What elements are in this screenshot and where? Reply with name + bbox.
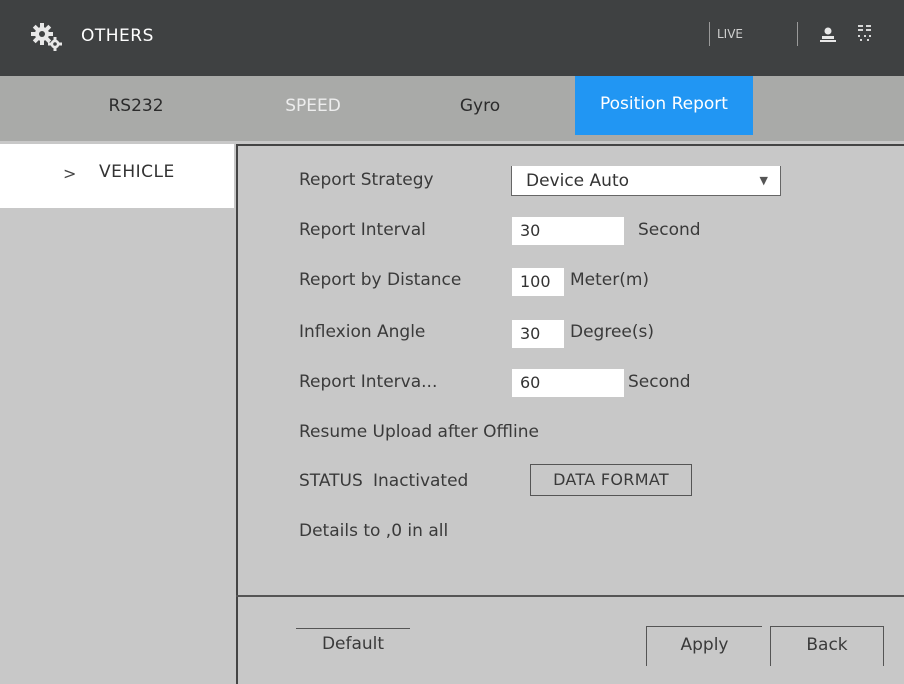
tab-rs232[interactable]: RS232 <box>96 76 176 141</box>
report-distance-input[interactable]: 100 <box>512 268 564 296</box>
inflexion-angle-unit: Degree(s) <box>570 322 654 342</box>
separator <box>709 22 710 46</box>
apply-button[interactable]: Apply <box>646 626 762 666</box>
inflexion-angle-input[interactable]: 30 <box>512 320 564 348</box>
status-label: STATUS <box>299 471 363 491</box>
title-bar: OTHERS LIVE <box>0 0 904 76</box>
report-strategy-value: Device Auto <box>526 171 630 191</box>
default-button[interactable]: Default <box>296 628 410 664</box>
tab-position-report[interactable]: Position Report <box>575 76 753 135</box>
report-interval-2-input[interactable]: 60 <box>512 369 624 397</box>
report-interval-2-unit: Second <box>628 372 691 392</box>
chevron-right-icon: > <box>63 164 77 183</box>
sidebar-item-vehicle[interactable]: > VEHICLE <box>0 144 234 208</box>
status-value: Inactivated <box>373 471 469 491</box>
separator <box>797 22 798 46</box>
page-title: OTHERS <box>81 26 154 46</box>
live-button[interactable]: LIVE <box>717 27 743 41</box>
tab-speed[interactable]: SPEED <box>268 76 358 141</box>
sidebar-item-label: VEHICLE <box>99 162 175 182</box>
report-interval-2-label: Report Interva... <box>299 372 438 392</box>
details-text: Details to ,0 in all <box>299 521 449 541</box>
report-interval-unit: Second <box>638 220 701 240</box>
inflexion-angle-label: Inflexion Angle <box>299 322 426 342</box>
grid-icon[interactable] <box>858 25 872 43</box>
report-interval-label: Report Interval <box>299 220 426 240</box>
divider <box>236 595 904 597</box>
report-distance-label: Report by Distance <box>299 270 462 290</box>
user-icon[interactable] <box>820 25 836 43</box>
tab-bar: RS232 SPEED Gyro Position Report <box>0 76 904 141</box>
tab-gyro[interactable]: Gyro <box>450 76 510 141</box>
data-format-button[interactable]: DATA FORMAT <box>530 464 692 496</box>
report-distance-unit: Meter(m) <box>570 270 650 290</box>
back-button[interactable]: Back <box>770 626 884 666</box>
report-strategy-label: Report Strategy <box>299 170 434 190</box>
resume-upload-label: Resume Upload after Offline <box>299 422 539 442</box>
report-interval-input[interactable]: 30 <box>512 217 624 245</box>
gear-icon <box>31 23 62 51</box>
dropdown-arrow-icon: ▼ <box>759 174 768 187</box>
report-strategy-select[interactable]: Device Auto ▼ <box>511 166 781 196</box>
